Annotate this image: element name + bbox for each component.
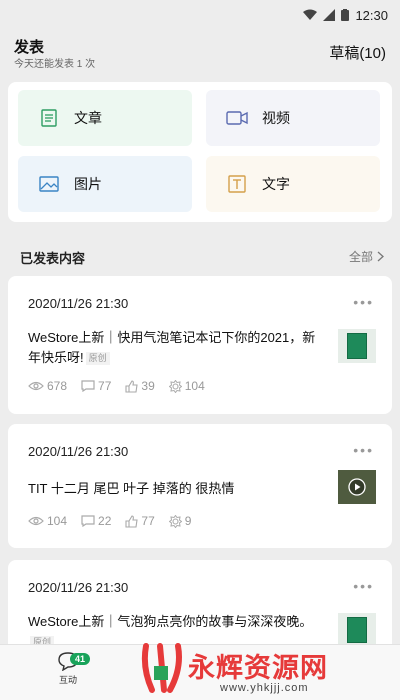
thumbs-up-icon <box>125 379 139 393</box>
publish-text-button[interactable]: 文字 <box>206 156 380 212</box>
publish-image-button[interactable]: 图片 <box>18 156 192 212</box>
watermark-url: www.yhkjjj.com <box>220 682 309 694</box>
shares-stat: 9 <box>168 514 191 528</box>
share-icon <box>168 514 182 528</box>
post-card[interactable]: 2020/11/26 21:30 ••• TIT 十二月 尾巴 叶子 掉落的 很… <box>8 424 392 548</box>
image-icon <box>38 173 60 195</box>
shares-stat: 104 <box>168 379 205 393</box>
text-icon <box>226 173 248 195</box>
header: 发表 今天还能发表 1 次 草稿(10) <box>0 30 400 78</box>
post-stats: 678 77 39 104 <box>28 379 205 393</box>
views-stat: 104 <box>28 514 67 528</box>
view-all-label: 全部 <box>348 250 373 264</box>
post-date: 2020/11/26 21:30 <box>28 580 129 595</box>
wifi-icon <box>303 9 318 20</box>
thumbs-up-icon <box>125 514 139 528</box>
comment-icon <box>81 515 95 527</box>
comment-icon <box>81 380 95 392</box>
more-options-icon[interactable]: ••• <box>353 578 374 594</box>
notebook-thumbnail[interactable] <box>338 329 376 363</box>
publish-text-label: 文字 <box>262 176 290 192</box>
publish-article-button[interactable]: 文章 <box>18 90 192 146</box>
post-stats: 104 22 77 9 <box>28 514 191 528</box>
post-date: 2020/11/26 21:30 <box>28 296 129 311</box>
more-options-icon[interactable]: ••• <box>353 442 374 458</box>
publish-article-label: 文章 <box>74 110 102 126</box>
status-time: 12:30 <box>355 7 388 23</box>
views-stat: 678 <box>28 379 67 393</box>
publish-video-button[interactable]: 视频 <box>206 90 380 146</box>
video-icon <box>226 107 248 129</box>
comments-stat: 77 <box>81 379 111 393</box>
share-icon <box>168 379 182 393</box>
notification-badge: 41 <box>70 653 91 665</box>
comments-stat: 22 <box>81 514 111 528</box>
status-bar: 12:30 <box>0 0 400 30</box>
signal-icon <box>323 9 336 21</box>
post-content: WeStore上新｜快用气泡笔记本记下你的2021，新年快乐呀! 原创 <box>28 328 318 368</box>
post-title: TIT 十二月 尾巴 叶子 掉落的 很热情 <box>28 481 235 496</box>
publish-video-label: 视频 <box>262 110 290 126</box>
publish-image-label: 图片 <box>74 176 102 192</box>
likes-stat: 39 <box>125 379 155 393</box>
publish-quota-text: 今天还能发表 1 次 <box>14 59 96 70</box>
drafts-button[interactable]: 草稿(10) <box>329 42 386 63</box>
eye-icon <box>28 381 44 391</box>
post-title: WeStore上新｜快用气泡笔记本记下你的2021，新年快乐呀! <box>28 330 316 365</box>
article-icon <box>38 107 60 129</box>
published-section-header: 已发表内容 全部 <box>0 240 400 270</box>
watermark: 永辉资源网 www.yhkjjj.com <box>140 640 380 698</box>
post-content: TIT 十二月 尾巴 叶子 掉落的 很热情 <box>28 479 318 499</box>
battery-icon <box>341 9 350 21</box>
post-card[interactable]: 2020/11/26 21:30 ••• WeStore上新｜快用气泡笔记本记下… <box>8 276 392 414</box>
likes-stat: 77 <box>125 514 155 528</box>
chevron-right-icon <box>377 251 384 262</box>
play-icon <box>348 478 366 496</box>
published-section-label: 已发表内容 <box>20 251 86 266</box>
more-options-icon[interactable]: ••• <box>353 294 374 310</box>
watermark-text: 永辉资源网 <box>188 653 328 683</box>
watermark-logo-icon <box>141 643 182 693</box>
page-title: 发表 <box>14 39 45 56</box>
eye-icon <box>28 516 44 526</box>
view-all-link[interactable]: 全部 <box>349 248 384 265</box>
publish-options-card: 文章 视频 图片 文字 <box>8 82 392 222</box>
original-tag: 原创 <box>85 352 110 365</box>
tab-interact-label: 互动 <box>58 675 77 685</box>
post-title: WeStore上新｜气泡狗点亮你的故事与深深夜晚。 <box>28 614 313 629</box>
post-date: 2020/11/26 21:30 <box>28 444 129 459</box>
video-thumbnail[interactable] <box>338 470 376 504</box>
